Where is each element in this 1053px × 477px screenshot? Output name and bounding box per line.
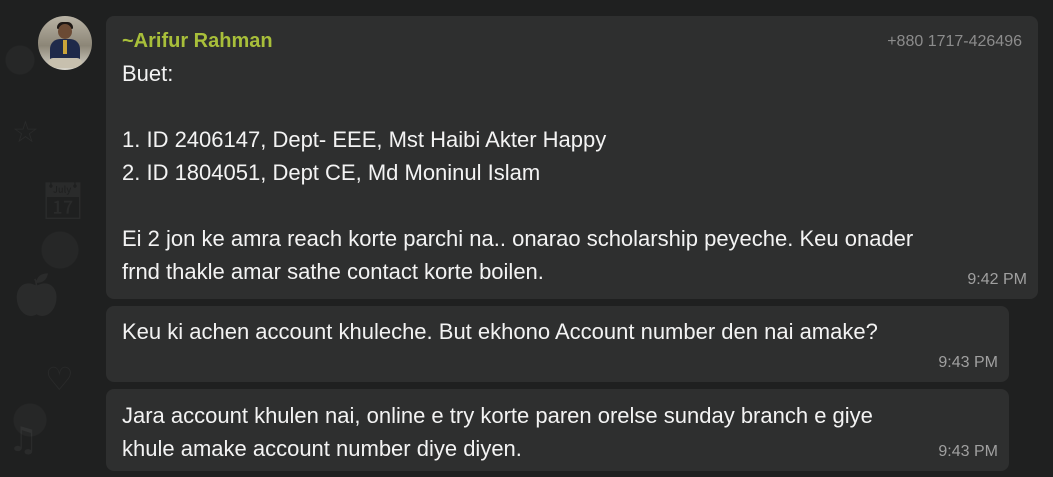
sender-name[interactable]: ~Arifur Rahman (122, 28, 273, 54)
avatar-head (58, 24, 72, 39)
avatar-legs (48, 58, 82, 68)
sender-avatar[interactable] (38, 16, 92, 70)
message-bubble[interactable]: Keu ki achen account khuleche. But ekhon… (106, 306, 1009, 382)
message-timestamp: 9:43 PM (938, 354, 998, 371)
chat-background: 🍎︎ 📅︎ ☆ ♡ ♫ ~Arifur Rahman +880 1717-426… (0, 0, 1053, 477)
message-timestamp: 9:42 PM (967, 271, 1027, 288)
message-text: Buet: 1. ID 2406147, Dept- EEE, Mst Haib… (122, 61, 914, 284)
doodle-music-icon: ♫ (8, 420, 39, 460)
message-text: Keu ki achen account khuleche. But ekhon… (122, 319, 878, 344)
doodle-apple-icon: 🍎︎ (10, 270, 64, 319)
message-text: Jara account khulen nai, online e try ko… (122, 403, 873, 461)
doodle-heart-icon: ♡ (45, 360, 74, 398)
message-bubble[interactable]: Jara account khulen nai, online e try ko… (106, 389, 1009, 471)
message-timestamp: 9:43 PM (938, 443, 998, 460)
sender-phone: +880 1717-426496 (887, 33, 1022, 50)
doodle-calendar-icon: 📅︎ (40, 181, 86, 222)
doodle-star-icon: ☆ (12, 115, 39, 150)
avatar-tie (63, 40, 67, 54)
message-bubble[interactable]: ~Arifur Rahman +880 1717-426496 Buet: 1.… (106, 16, 1038, 299)
